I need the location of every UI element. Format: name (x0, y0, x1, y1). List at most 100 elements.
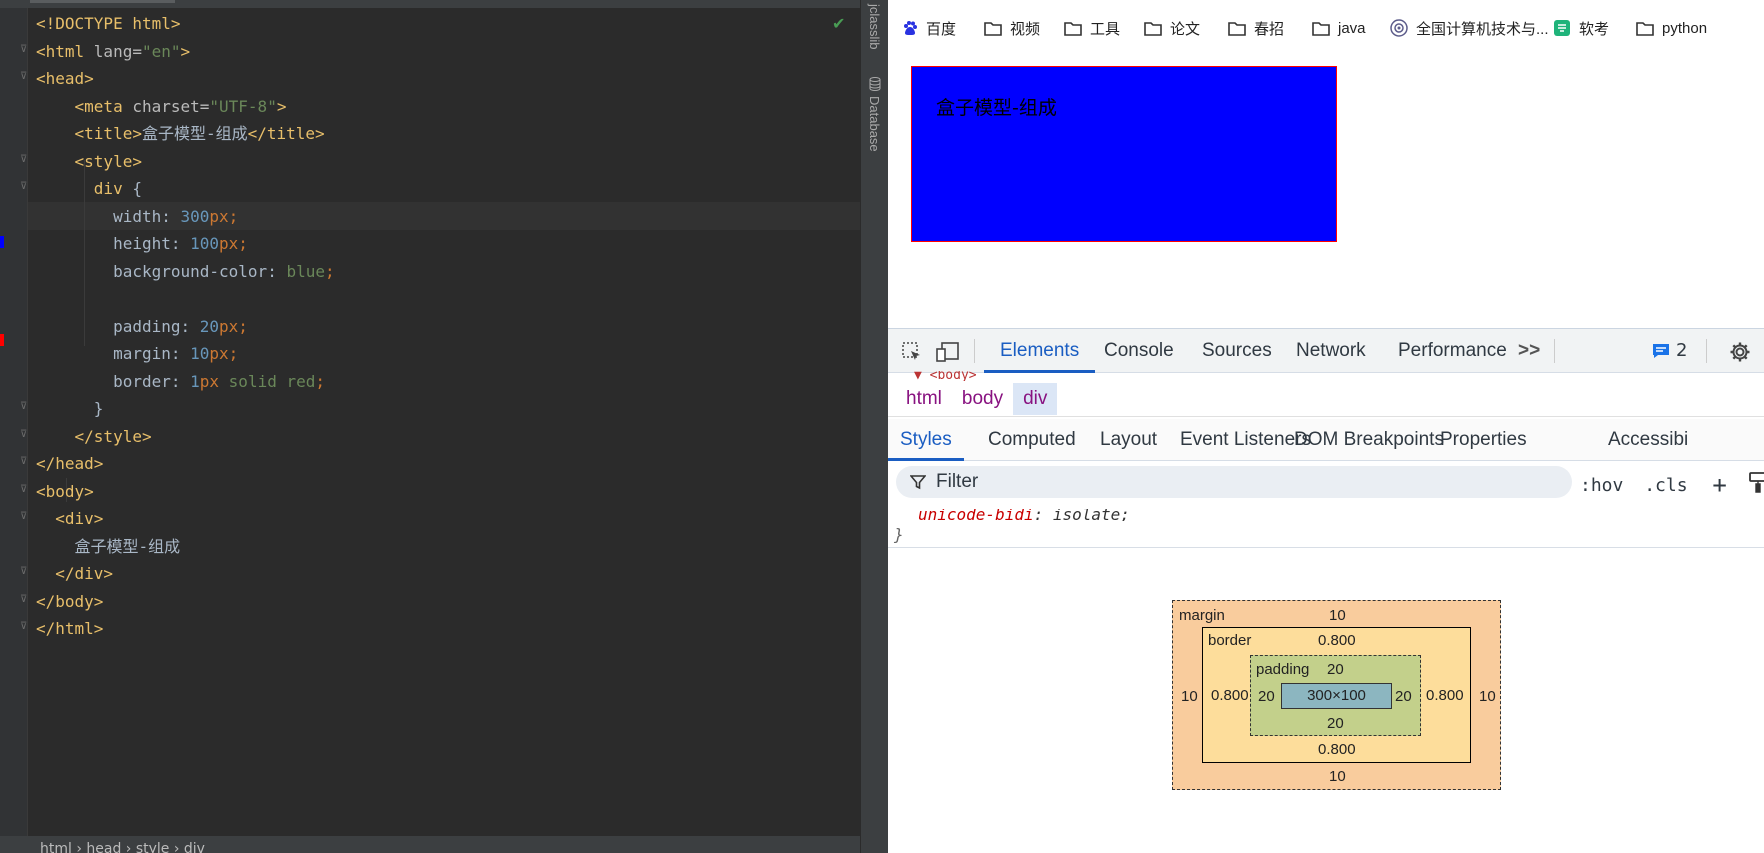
section-divider (888, 547, 1764, 548)
border-bottom-value[interactable]: 0.800 (1318, 741, 1356, 758)
settings-gear-icon[interactable] (1728, 340, 1752, 364)
bookmark-label: java (1338, 19, 1366, 37)
new-style-rule-icon[interactable]: + (1712, 471, 1726, 499)
active-tab-indicator (30, 0, 175, 3)
demo-div-box[interactable]: 盒子模型-组成 (911, 66, 1337, 242)
padding-top-value[interactable]: 20 (1327, 661, 1344, 678)
side-tool-strip: jclasslib Database (860, 0, 888, 853)
more-tabs-button[interactable]: >> (1518, 329, 1540, 373)
device-toolbar-icon[interactable] (936, 340, 960, 364)
border-left-value[interactable]: 0.800 (1211, 687, 1249, 704)
styles-filter-input[interactable]: Filter (896, 466, 1572, 498)
code-line[interactable]: height: 100px; (36, 230, 248, 258)
code-line[interactable]: </style> (36, 423, 152, 451)
bookmark-label: 论文 (1170, 20, 1201, 38)
code-line[interactable]: </body> (36, 588, 103, 616)
code-line[interactable]: </html> (36, 615, 103, 643)
filter-placeholder: Filter (936, 471, 979, 492)
breadcrumb-html[interactable]: html (896, 383, 952, 415)
subtab-computed[interactable]: Computed (976, 419, 1088, 461)
code-line[interactable]: background-color: blue; (36, 258, 335, 286)
code-line[interactable]: <title>盒子模型-组成</title> (36, 120, 325, 148)
code-line[interactable]: <html lang="en"> (36, 38, 190, 66)
margin-left-value[interactable]: 10 (1181, 688, 1198, 705)
rule-close-brace: } (894, 525, 904, 544)
bookmark-9[interactable]: python (1636, 17, 1707, 39)
bookmark-3[interactable]: 工具 (1064, 17, 1120, 39)
code-line[interactable]: padding: 20px; (36, 313, 248, 341)
subtab-layout[interactable]: Layout (1088, 419, 1169, 461)
database-tool-button[interactable]: Database (867, 96, 882, 152)
inspect-element-icon[interactable] (900, 340, 924, 364)
breadcrumb-div[interactable]: div (1013, 382, 1058, 415)
code-line[interactable]: <div> (36, 505, 103, 533)
bookmark-7[interactable]: 全国计算机技术与... (1390, 17, 1549, 39)
code-line[interactable]: div { (36, 175, 142, 203)
subtab-properties[interactable]: Properties (1428, 419, 1539, 461)
css-property-name: unicode-bidi (918, 509, 1034, 521)
margin-label: margin (1179, 607, 1225, 624)
breadcrumb-body[interactable]: body (952, 383, 1013, 415)
code-line[interactable]: </head> (36, 450, 103, 478)
border-right-value[interactable]: 0.800 (1426, 687, 1464, 704)
subtab-styles[interactable]: Styles (888, 419, 964, 461)
issues-button[interactable]: 2 (1652, 329, 1687, 373)
box-model-content[interactable]: 300×100 (1281, 683, 1392, 709)
folder-icon (984, 21, 1010, 36)
margin-top-value[interactable]: 10 (1329, 607, 1346, 624)
database-icon (869, 76, 881, 92)
padding-bottom-value[interactable]: 20 (1327, 715, 1344, 732)
bookmark-label: python (1662, 19, 1708, 37)
code-line[interactable]: 盒子模型-组成 (36, 533, 181, 561)
folder-icon (1312, 21, 1338, 36)
border-top-value[interactable]: 0.800 (1318, 632, 1356, 649)
code-line[interactable]: margin: 10px; (36, 340, 238, 368)
code-line[interactable]: } (36, 395, 104, 423)
devtools-tab-sources[interactable]: Sources (1202, 329, 1272, 373)
margin-bottom-value[interactable]: 10 (1329, 768, 1346, 785)
code-line[interactable]: <body> (36, 478, 94, 506)
ruankao-icon (1553, 19, 1579, 37)
pseudo-state-controls: :hov .cls + (1580, 469, 1764, 499)
jclasslib-tool-button[interactable]: jclasslib (867, 4, 882, 50)
code-line[interactable]: <head> (36, 65, 94, 93)
code-line[interactable]: <meta charset="UTF-8"> (36, 93, 287, 121)
bookmark-6[interactable]: java (1312, 17, 1366, 39)
blue-color-marker (0, 236, 4, 248)
code-line[interactable]: border: 1px solid red; (36, 368, 325, 396)
code-line[interactable]: <!DOCTYPE html> (36, 10, 181, 38)
hov-toggle[interactable]: :hov (1580, 475, 1623, 496)
element-breadcrumbs: html body div (888, 381, 1764, 417)
check-icon[interactable]: ✔ (832, 14, 845, 33)
padding-right-value[interactable]: 20 (1395, 688, 1412, 705)
margin-right-value[interactable]: 10 (1479, 688, 1496, 705)
bookmark-4[interactable]: 论文 (1144, 17, 1200, 39)
code-area[interactable]: <!DOCTYPE html> <html lang="en"> <head> <m… (28, 8, 860, 840)
padding-left-value[interactable]: 20 (1258, 688, 1275, 705)
message-icon (1653, 344, 1669, 358)
editor-gutter[interactable]: ⊽ ⊽ ⊽ ⊽ ⊽ ⊽ ⊽ ⊽ ⊽ ⊽ ⊽ ⊽ (0, 8, 28, 840)
bookmark-1[interactable]: 百度 (902, 17, 956, 39)
cls-toggle[interactable]: .cls (1644, 475, 1687, 496)
code-line[interactable]: </div> (36, 560, 113, 588)
editor-breadcrumb[interactable]: html › head › style › div (0, 836, 860, 853)
devtools-tab-console[interactable]: Console (1104, 329, 1174, 373)
folder-icon (1636, 21, 1662, 36)
devtools-tab-elements[interactable]: Elements (984, 329, 1096, 373)
bookmark-2[interactable]: 视频 (984, 17, 1040, 39)
devtools-tab-performance[interactable]: Performance (1398, 329, 1507, 373)
box-model-diagram: margin 10 10 10 10 border 0.800 0.800 0.… (1172, 600, 1501, 790)
bookmark-5[interactable]: 春招 (1228, 17, 1284, 39)
padding-label: padding (1256, 661, 1310, 678)
code-line[interactable]: width: 300px; (36, 203, 238, 231)
subtab-accessibi[interactable]: Accessibi (1596, 419, 1700, 461)
code-editor[interactable]: ⊽ ⊽ ⊽ ⊽ ⊽ ⊽ ⊽ ⊽ ⊽ ⊽ ⊽ ⊽ <!DOCTYPE html> <html lang="… (0, 0, 860, 853)
folder-icon (1144, 21, 1170, 36)
folder-icon (1064, 21, 1090, 36)
paint-roller-icon[interactable] (1748, 472, 1764, 498)
code-line[interactable]: <style> (36, 148, 142, 176)
styles-subtabs: Styles Computed Layout Event Listeners DOM B… (888, 419, 1764, 461)
devtools-tab-network[interactable]: Network (1296, 329, 1366, 373)
bookmarks-bar: 百度 视频 工具 论文 春招 java 全国计算机技术与... 软考 python (888, 0, 1764, 56)
bookmark-8[interactable]: 软考 (1553, 17, 1609, 39)
